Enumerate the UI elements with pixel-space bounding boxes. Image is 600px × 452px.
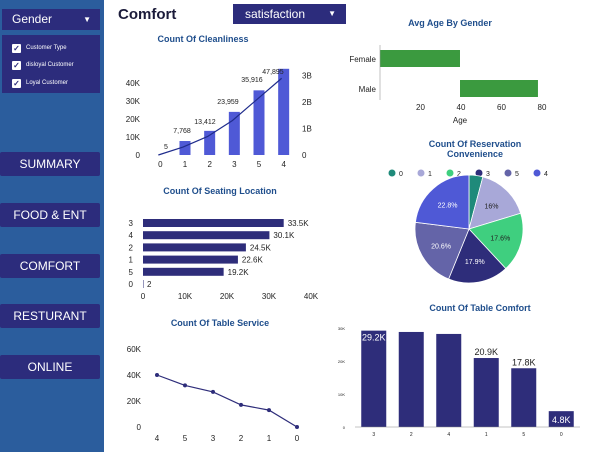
y-tick-label: 0	[343, 425, 346, 430]
x-tick-label: 2	[410, 432, 413, 438]
y-tick-label: 10K	[338, 392, 345, 397]
x-tick-label: 0	[560, 432, 563, 438]
x-tick-label: 4	[447, 432, 450, 438]
x-tick-label: 1	[485, 432, 488, 438]
table-comfort-chart: 0 10K 20K 30K 3 29.2K 2 4 1 20.9K 5 17.8K 0 4.8K	[338, 326, 580, 438]
x-tick-label: 3	[372, 432, 375, 438]
data-label: 4.8K	[552, 415, 571, 425]
dashboard: Gender ▼ ✓ Customer Type ✓ disloyal Cust…	[0, 0, 600, 452]
bar	[473, 358, 499, 427]
bar	[398, 331, 424, 427]
bar	[361, 330, 387, 427]
data-label: 17.8K	[512, 357, 536, 367]
data-label: 29.2K	[362, 333, 386, 343]
x-tick-label: 5	[522, 432, 525, 438]
bar	[511, 368, 537, 427]
bar	[436, 333, 462, 427]
y-tick-label: 30K	[338, 326, 345, 331]
y-tick-label: 20K	[338, 359, 345, 364]
data-label: 20.9K	[474, 347, 498, 357]
